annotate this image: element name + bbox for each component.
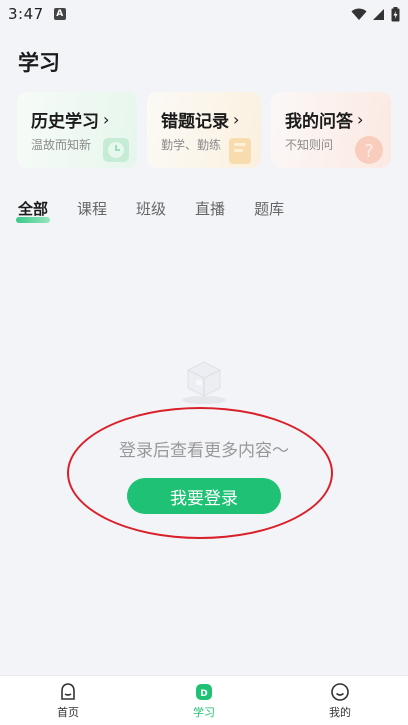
notification-icon: A bbox=[53, 8, 66, 20]
tab-question-bank[interactable]: 题库 bbox=[254, 198, 284, 219]
svg-text:D: D bbox=[200, 689, 207, 699]
nav-study-label: 学习 bbox=[193, 705, 215, 719]
tab-live[interactable]: 直播 bbox=[195, 198, 225, 219]
empty-box-icon bbox=[182, 361, 226, 404]
chevron-right-icon: › bbox=[103, 110, 110, 129]
signal-icon bbox=[373, 8, 384, 20]
card-title: 历史学习 bbox=[31, 112, 99, 132]
clock-icon bbox=[103, 138, 129, 162]
home-face-icon bbox=[61, 682, 75, 700]
empty-state-message: 登录后查看更多内容～ bbox=[119, 441, 289, 461]
nav-home[interactable]: 首页 bbox=[28, 682, 108, 720]
page-title: 学习 bbox=[18, 51, 60, 75]
mistake-record-card[interactable]: 错题记录 › 勤学、勤练 bbox=[147, 92, 261, 168]
annotation-circle bbox=[67, 407, 333, 539]
history-study-card[interactable]: 历史学习 › 温故而知新 bbox=[17, 92, 137, 168]
card-subtitle: 勤学、勤练 bbox=[161, 138, 222, 152]
question-icon: ? bbox=[355, 136, 383, 164]
nav-profile-label: 我的 bbox=[329, 705, 351, 719]
login-button[interactable]: 我要登录 bbox=[127, 478, 281, 514]
card-subtitle: 温故而知新 bbox=[31, 138, 92, 152]
feature-cards: 历史学习 › 温故而知新 错题记录 › 勤学、勤练 我的问答 › 不知则问 ? bbox=[17, 92, 391, 168]
study-icon: D bbox=[196, 683, 212, 700]
status-time: 3:47 bbox=[8, 5, 44, 23]
bottom-nav: 首页 D 学习 我的 bbox=[0, 675, 408, 725]
card-subtitle: 不知则问 bbox=[285, 138, 334, 152]
tab-classes[interactable]: 班级 bbox=[136, 198, 166, 219]
card-title: 错题记录 bbox=[161, 112, 229, 132]
chevron-right-icon: › bbox=[357, 110, 364, 129]
svg-text:?: ? bbox=[364, 141, 374, 162]
tab-courses[interactable]: 课程 bbox=[77, 198, 107, 219]
status-bar: 3:47 A bbox=[0, 0, 408, 28]
status-indicators bbox=[351, 6, 400, 22]
battery-icon bbox=[391, 6, 400, 21]
notebook-icon bbox=[229, 138, 251, 164]
nav-study[interactable]: D 学习 bbox=[164, 682, 244, 720]
nav-profile[interactable]: 我的 bbox=[300, 682, 380, 720]
category-tabs: 全部 课程 班级 直播 题库 bbox=[15, 198, 313, 223]
my-qa-card[interactable]: 我的问答 › 不知则问 ? bbox=[271, 92, 391, 168]
profile-face-icon bbox=[331, 682, 349, 701]
wifi-icon bbox=[351, 8, 367, 20]
card-title: 我的问答 bbox=[285, 112, 353, 132]
nav-home-label: 首页 bbox=[57, 705, 79, 719]
chevron-right-icon: › bbox=[233, 110, 240, 129]
tab-all[interactable]: 全部 bbox=[15, 198, 51, 223]
